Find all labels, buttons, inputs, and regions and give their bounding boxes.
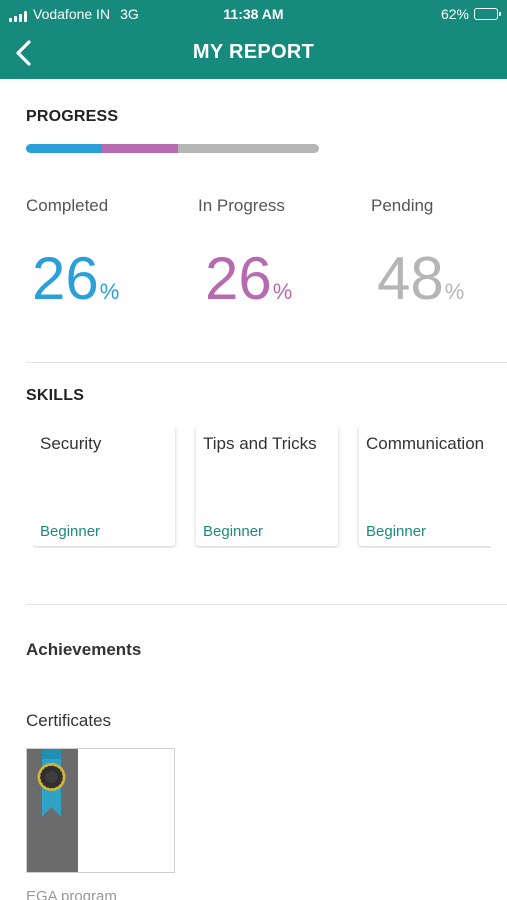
battery-icon: [474, 8, 501, 20]
stat-pending: Pending 48 %: [371, 196, 507, 309]
status-time: 11:38 AM: [223, 6, 284, 22]
progress-heading: PROGRESS: [26, 108, 119, 125]
stat-value: 48: [377, 245, 444, 312]
stat-label: Completed: [26, 196, 109, 215]
skills-heading: SKILLS: [26, 387, 85, 404]
status-bar: Vodafone IN 3G 11:38 AM 62%: [0, 0, 507, 28]
stat-label: In Progress: [198, 196, 285, 215]
skill-name: Communication: [366, 434, 485, 453]
skill-level: Beginner: [203, 523, 264, 540]
stat-unit: %: [444, 279, 465, 304]
progress-segment-completed: [26, 144, 103, 153]
divider: [26, 362, 507, 363]
skill-level: Beginner: [40, 523, 101, 540]
stat-unit: %: [99, 279, 120, 304]
app-header: Vodafone IN 3G 11:38 AM 62% MY REPORT: [0, 0, 507, 79]
stat-value: 26: [205, 245, 272, 312]
stat-label: Pending: [371, 196, 434, 215]
stat-value: 26: [32, 245, 99, 312]
stat-unit: %: [272, 279, 293, 304]
skill-level: Beginner: [366, 523, 427, 540]
stat-completed: Completed 26 %: [26, 196, 186, 309]
skill-name: Security: [40, 434, 102, 453]
nav-bar: MY REPORT: [0, 28, 507, 79]
progress-segment-pending: [178, 144, 319, 153]
progress-bar: [26, 144, 319, 153]
award-ribbon-icon: [37, 749, 66, 817]
certificate-name: EGA program: [26, 888, 117, 900]
skills-carousel[interactable]: Security Beginner Tips and Tricks Beginn…: [33, 426, 491, 548]
skill-card-security[interactable]: Security Beginner: [33, 426, 175, 546]
divider: [26, 604, 507, 605]
certificates-heading: Certificates: [26, 711, 112, 730]
stat-in-progress: In Progress 26 %: [198, 196, 358, 309]
achievements-heading: Achievements: [26, 640, 142, 659]
battery-status: 62%: [440, 6, 501, 22]
progress-segment-in-progress: [102, 144, 179, 153]
battery-percent: 62%: [440, 6, 469, 22]
page-title: MY REPORT: [192, 41, 315, 63]
skill-card-tips-and-tricks[interactable]: Tips and Tricks Beginner: [196, 426, 338, 546]
skill-name: Tips and Tricks: [203, 434, 317, 453]
skill-card-communication[interactable]: Communication Beginner: [359, 426, 491, 546]
certificate-card[interactable]: [26, 748, 175, 873]
